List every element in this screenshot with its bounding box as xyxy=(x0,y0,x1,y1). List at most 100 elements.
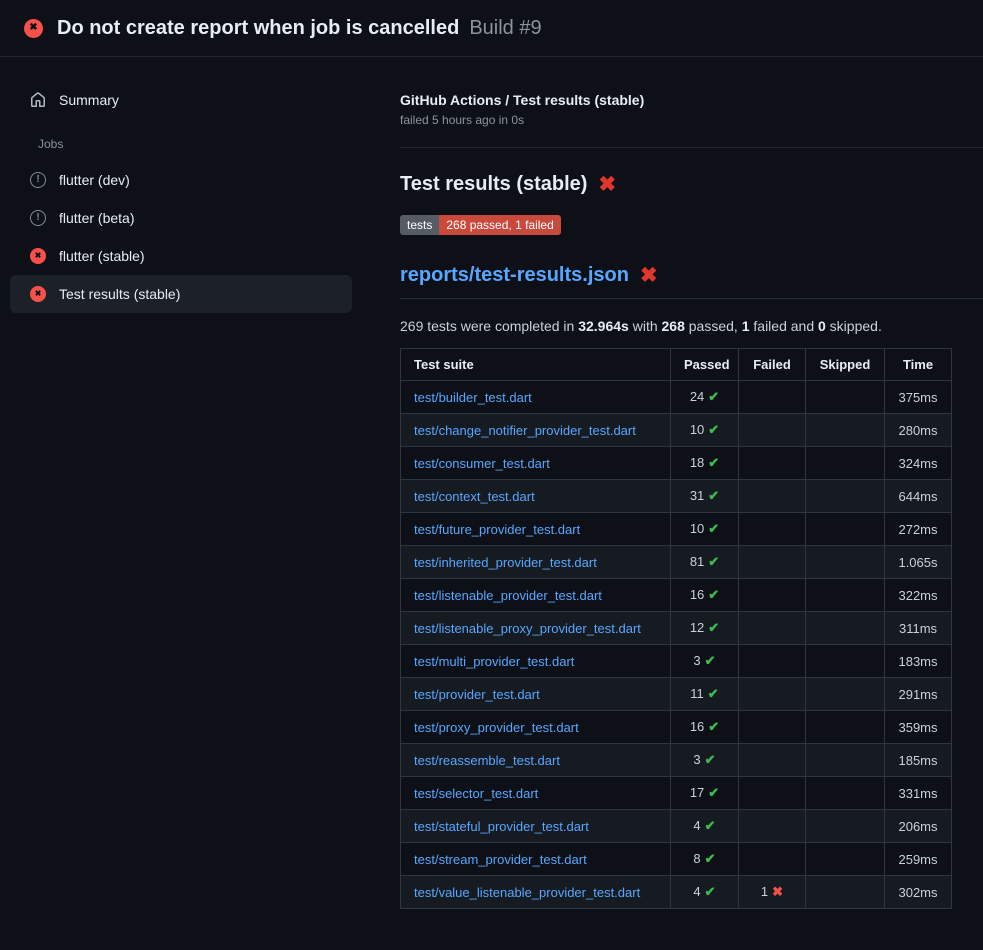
job-label: flutter (beta) xyxy=(59,210,134,226)
time-cell: 185ms xyxy=(885,744,952,777)
divider xyxy=(400,147,983,148)
table-row: test/provider_test.dart 11✔ 291ms xyxy=(401,678,952,711)
table-row: test/value_listenable_provider_test.dart… xyxy=(401,876,952,909)
table-row: test/context_test.dart 31✔ 644ms xyxy=(401,480,952,513)
passed-cell: 10✔ xyxy=(671,513,739,546)
time-cell: 302ms xyxy=(885,876,952,909)
test-suite-link[interactable]: test/proxy_provider_test.dart xyxy=(414,720,579,735)
test-suite-link[interactable]: test/change_notifier_provider_test.dart xyxy=(414,423,636,438)
sidebar-item-flutter-stable[interactable]: ✖ flutter (stable) xyxy=(10,237,352,275)
summary-text: passed, xyxy=(685,318,742,334)
table-row: test/stream_provider_test.dart 8✔ 259ms xyxy=(401,843,952,876)
check-icon: ✔ xyxy=(708,455,719,470)
suite-cell: test/provider_test.dart xyxy=(401,678,671,711)
col-header-test-suite: Test suite xyxy=(401,349,671,381)
body-layout: Summary Jobs ! flutter (dev) ! flutter (… xyxy=(0,57,983,909)
time-cell: 1.065s xyxy=(885,546,952,579)
section-title-text: Test results (stable) xyxy=(400,173,587,196)
sidebar-item-summary[interactable]: Summary xyxy=(10,81,352,119)
test-suite-link[interactable]: test/value_listenable_provider_test.dart xyxy=(414,885,640,900)
col-header-time: Time xyxy=(885,349,952,381)
summary-text: failed and xyxy=(750,318,819,334)
x-circle-fill-icon: ✖ xyxy=(30,286,46,302)
main-content: GitHub Actions / Test results (stable) f… xyxy=(400,57,983,909)
jobs-section-label: Jobs xyxy=(38,137,400,151)
passed-cell: 31✔ xyxy=(671,480,739,513)
suite-cell: test/context_test.dart xyxy=(401,480,671,513)
test-suite-link[interactable]: test/inherited_provider_test.dart xyxy=(414,555,597,570)
table-row: test/builder_test.dart 24✔ 375ms xyxy=(401,381,952,414)
failed-cell xyxy=(739,744,806,777)
run-status-line: failed 5 hours ago in 0s xyxy=(400,113,983,127)
check-icon: ✔ xyxy=(708,719,719,734)
home-icon xyxy=(30,92,46,108)
table-row: test/proxy_provider_test.dart 16✔ 359ms xyxy=(401,711,952,744)
failed-cell xyxy=(739,513,806,546)
time-cell: 331ms xyxy=(885,777,952,810)
table-row: test/reassemble_test.dart 3✔ 185ms xyxy=(401,744,952,777)
suite-cell: test/stateful_provider_test.dart xyxy=(401,810,671,843)
sidebar-item-test-results-stable[interactable]: ✖ Test results (stable) xyxy=(10,275,352,313)
test-suite-link[interactable]: test/builder_test.dart xyxy=(414,390,532,405)
test-suite-link[interactable]: test/selector_test.dart xyxy=(414,786,538,801)
passed-cell: 18✔ xyxy=(671,447,739,480)
summary-text: 269 tests were completed in xyxy=(400,318,578,334)
test-suite-link[interactable]: test/stateful_provider_test.dart xyxy=(414,819,589,834)
check-icon: ✔ xyxy=(708,587,719,602)
table-row: test/multi_provider_test.dart 3✔ 183ms xyxy=(401,645,952,678)
col-header-skipped: Skipped xyxy=(806,349,885,381)
badge-row: tests 268 passed, 1 failed xyxy=(400,215,983,235)
passed-cell: 12✔ xyxy=(671,612,739,645)
x-circle-fill-icon: ✖ xyxy=(24,19,43,38)
skipped-cell xyxy=(806,612,885,645)
skipped-cell xyxy=(806,546,885,579)
passed-cell: 8✔ xyxy=(671,843,739,876)
test-suite-link[interactable]: test/multi_provider_test.dart xyxy=(414,654,574,669)
time-cell: 206ms xyxy=(885,810,952,843)
check-icon: ✔ xyxy=(708,422,719,437)
test-suite-link[interactable]: test/stream_provider_test.dart xyxy=(414,852,587,867)
suite-cell: test/consumer_test.dart xyxy=(401,447,671,480)
summary-text: skipped. xyxy=(826,318,882,334)
sidebar-item-flutter-dev[interactable]: ! flutter (dev) xyxy=(10,161,352,199)
test-suite-link[interactable]: test/future_provider_test.dart xyxy=(414,522,580,537)
sidebar-item-flutter-beta[interactable]: ! flutter (beta) xyxy=(10,199,352,237)
check-icon: ✔ xyxy=(708,554,719,569)
time-cell: 375ms xyxy=(885,381,952,414)
suite-cell: test/selector_test.dart xyxy=(401,777,671,810)
test-suite-link[interactable]: test/listenable_proxy_provider_test.dart xyxy=(414,621,641,636)
skipped-cell xyxy=(806,777,885,810)
job-label: flutter (stable) xyxy=(59,248,145,264)
test-suite-link[interactable]: test/provider_test.dart xyxy=(414,687,540,702)
skipped-cell xyxy=(806,480,885,513)
time-cell: 324ms xyxy=(885,447,952,480)
check-icon: ✔ xyxy=(705,653,716,668)
breadcrumb: GitHub Actions / Test results (stable) xyxy=(400,92,983,108)
failed-cell xyxy=(739,645,806,678)
summary-line: 269 tests were completed in 32.964s with… xyxy=(400,318,983,334)
failed-cell: 1✖ xyxy=(739,876,806,909)
report-link[interactable]: reports/test-results.json xyxy=(400,264,629,287)
time-cell: 183ms xyxy=(885,645,952,678)
passed-cell: 24✔ xyxy=(671,381,739,414)
suite-cell: test/value_listenable_provider_test.dart xyxy=(401,876,671,909)
summary-text: with xyxy=(629,318,662,334)
suite-cell: test/inherited_provider_test.dart xyxy=(401,546,671,579)
check-icon: ✔ xyxy=(705,851,716,866)
suite-cell: test/listenable_proxy_provider_test.dart xyxy=(401,612,671,645)
table-row: test/future_provider_test.dart 10✔ 272ms xyxy=(401,513,952,546)
failed-cell xyxy=(739,711,806,744)
test-suite-link[interactable]: test/consumer_test.dart xyxy=(414,456,550,471)
test-suite-link[interactable]: test/context_test.dart xyxy=(414,489,535,504)
passed-cell: 11✔ xyxy=(671,678,739,711)
table-row: test/listenable_proxy_provider_test.dart… xyxy=(401,612,952,645)
page-title: Do not create report when job is cancell… xyxy=(57,17,459,40)
check-run-page: ✖ Do not create report when job is cance… xyxy=(0,0,983,909)
failed-cell xyxy=(739,612,806,645)
failed-cell xyxy=(739,843,806,876)
skipped-cell xyxy=(806,381,885,414)
test-suite-link[interactable]: test/reassemble_test.dart xyxy=(414,753,560,768)
test-suite-link[interactable]: test/listenable_provider_test.dart xyxy=(414,588,602,603)
time-cell: 259ms xyxy=(885,843,952,876)
summary-number: 1 xyxy=(742,318,750,334)
